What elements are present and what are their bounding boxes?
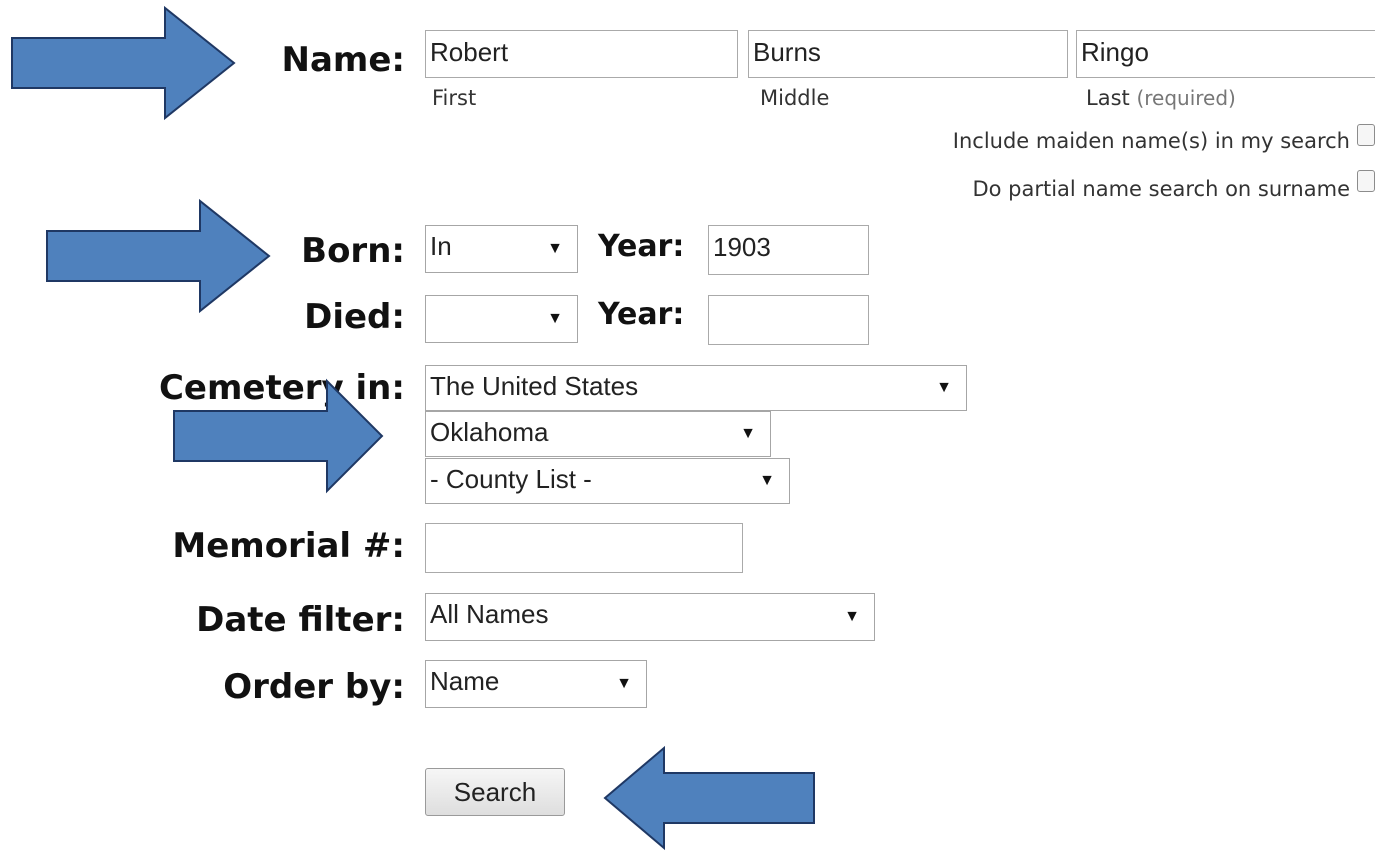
born-qualifier-select[interactable]: In ▼ [425, 225, 578, 273]
born-year-input[interactable]: 1903 [708, 225, 869, 275]
state-select[interactable]: Oklahoma ▼ [425, 411, 771, 457]
chevron-down-icon: ▼ [547, 240, 563, 257]
date-filter-select[interactable]: All Names ▼ [425, 593, 875, 641]
first-caption: First [432, 86, 477, 110]
state-value: Oklahoma [430, 417, 549, 447]
chevron-down-icon: ▼ [740, 425, 756, 442]
died-year-input[interactable] [708, 295, 869, 345]
died-year-label: Year: [598, 297, 685, 332]
died-label: Died: [304, 297, 405, 337]
born-label: Born: [301, 231, 405, 271]
country-value: The United States [430, 371, 639, 401]
right-arrow-icon [11, 5, 236, 121]
born-year-label: Year: [598, 229, 685, 264]
order-by-select[interactable]: Name ▼ [425, 660, 647, 708]
died-qualifier-select[interactable]: ▼ [425, 295, 578, 343]
middle-caption: Middle [760, 86, 830, 110]
partial-name-checkbox[interactable] [1357, 170, 1375, 192]
chevron-down-icon: ▼ [936, 379, 952, 396]
left-arrow-icon [603, 745, 815, 851]
county-value: - County List - [430, 464, 592, 494]
required-note: (required) [1136, 86, 1236, 110]
memorial-input[interactable] [425, 523, 743, 573]
maiden-name-option-label: Include maiden name(s) in my search [952, 129, 1350, 153]
chevron-down-icon: ▼ [547, 310, 563, 327]
country-select[interactable]: The United States ▼ [425, 365, 967, 411]
maiden-name-checkbox[interactable] [1357, 124, 1375, 146]
date-filter-label: Date filter: [196, 600, 405, 640]
first-name-input[interactable]: Robert [425, 30, 738, 78]
last-caption-wrap: Last (required) [1086, 86, 1236, 110]
chevron-down-icon: ▼ [616, 675, 632, 692]
order-by-label: Order by: [223, 667, 405, 707]
order-by-value: Name [430, 666, 500, 696]
memorial-label: Memorial #: [172, 526, 405, 566]
date-filter-value: All Names [430, 599, 549, 629]
last-name-input[interactable]: Ringo [1076, 30, 1375, 78]
last-caption: Last [1086, 86, 1130, 110]
born-qualifier-value: In [430, 231, 452, 261]
name-label: Name: [281, 40, 405, 80]
chevron-down-icon: ▼ [759, 472, 775, 489]
county-select[interactable]: - County List - ▼ [425, 458, 790, 504]
partial-name-option-label: Do partial name search on surname [972, 177, 1350, 201]
right-arrow-icon [46, 198, 271, 314]
chevron-down-icon: ▼ [844, 608, 860, 625]
search-button[interactable]: Search [425, 768, 565, 816]
cemetery-label: Cemetery in: [158, 368, 405, 408]
middle-name-input[interactable]: Burns [748, 30, 1068, 78]
